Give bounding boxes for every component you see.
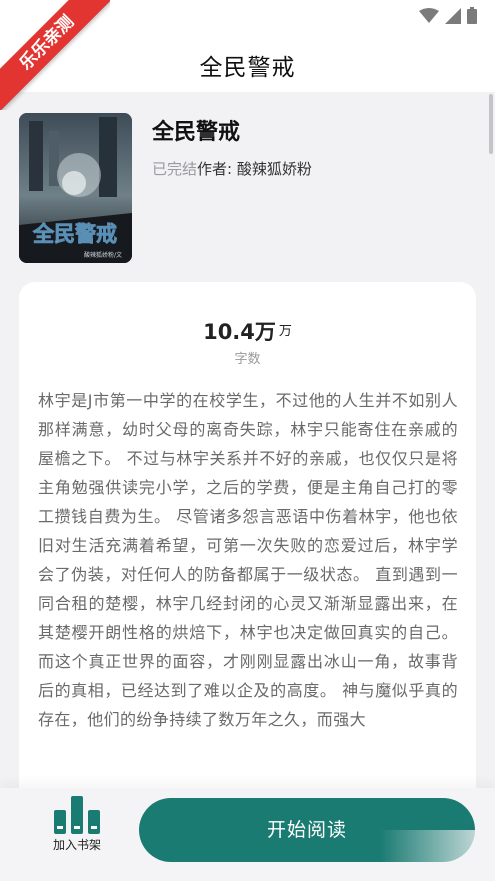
word-count-value: 10.4万 [203,320,276,344]
bookshelf-icon [54,796,100,834]
word-count-unit: 万 [278,324,292,339]
synopsis-text: 林宇是J市第一中学的在校学生，不过他的人生并不如别人那样满意，幼时父母的离奇失踪… [38,391,458,729]
cover-byline: 酸辣狐娇粉/文 [84,251,122,259]
book-detail-screen: 乐乐亲测 全民警戒 全民警戒 酸辣狐娇粉/文 全民警戒 已完结 作者: 酸辣狐娇… [0,0,495,881]
book-title: 全民警戒 [152,120,241,145]
book-author[interactable]: 作者: 酸辣狐娇粉 [197,158,312,179]
cover-title: 全民警戒 [32,222,117,246]
book-cover[interactable]: 全民警戒 酸辣狐娇粉/文 [19,113,132,263]
edge-fade [380,830,495,870]
add-to-shelf-label: 加入书架 [52,838,101,852]
book-header: 全民警戒 酸辣狐娇粉/文 全民警戒 已完结 作者: 酸辣狐娇粉 [0,92,495,282]
cover-artwork: 全民警戒 酸辣狐娇粉/文 [19,113,132,263]
signal-icon [445,7,461,24]
word-count-label: 字数 [234,352,261,367]
add-to-shelf-button[interactable]: 加入书架 [44,796,110,862]
book-meta: 已完结 作者: 酸辣狐娇粉 [152,158,312,179]
scrollbar[interactable] [489,94,493,154]
wifi-icon [419,7,439,23]
word-count: 10.4万万 [19,316,476,346]
corner-ribbon: 乐乐亲测 [0,0,110,110]
status-icons [419,7,477,24]
battery-icon [467,7,477,24]
bottom-action-bar: 加入书架 开始阅读 [0,788,495,881]
status-badge: 已完结 [152,160,198,178]
ribbon-label: 乐乐亲测 [0,0,110,110]
